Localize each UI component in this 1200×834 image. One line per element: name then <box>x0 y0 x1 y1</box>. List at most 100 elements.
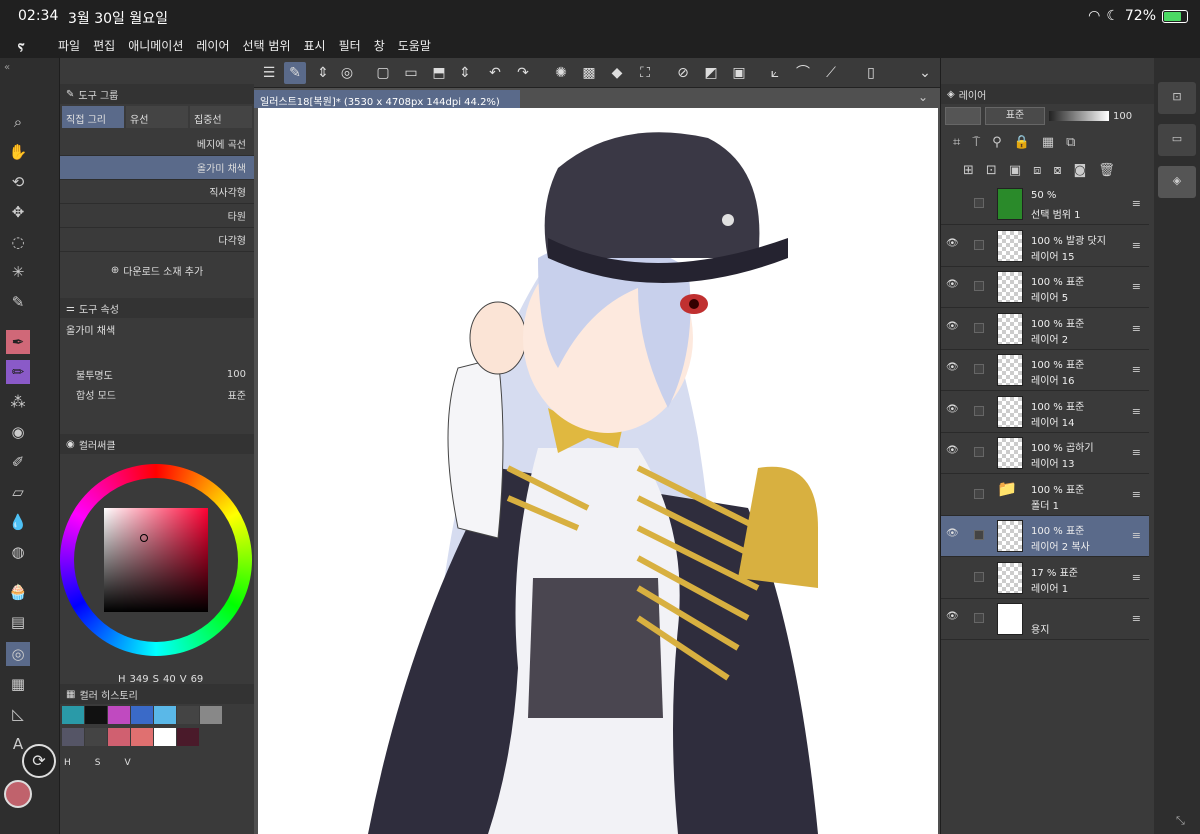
app-logo-icon[interactable]: ⲋ <box>18 36 40 55</box>
brush-setting-icon[interactable]: ⌒ <box>792 62 814 84</box>
lock-icon[interactable]: 🔒 <box>1014 135 1030 150</box>
layer-checkbox[interactable] <box>974 447 984 457</box>
collapse-icon[interactable]: « <box>4 62 10 73</box>
brush-icon[interactable]: ✐ <box>6 450 30 474</box>
color-history-swatch[interactable] <box>131 728 153 746</box>
color-history-swatch[interactable] <box>62 728 84 746</box>
layer-checkbox[interactable] <box>974 571 984 582</box>
eye-icon[interactable]: 👁 <box>946 528 960 542</box>
ruler-toggle-icon[interactable]: ⟀ <box>764 62 786 84</box>
blend-mode-select[interactable]: 표준 <box>985 107 1045 125</box>
spinner-icon[interactable]: ✺ <box>550 62 572 84</box>
edit-mode-icon[interactable]: ✎ <box>284 62 306 84</box>
layer-row[interactable]: 👁 100 % 표준 레이어 14 ≡ <box>941 392 1149 433</box>
layer-checkbox[interactable] <box>974 405 984 416</box>
canvas-paper[interactable] <box>258 108 938 834</box>
menu-window[interactable]: 창 <box>374 37 385 54</box>
move-icon[interactable]: ✥ <box>6 200 30 224</box>
smartphone-icon[interactable]: ▯ <box>860 62 882 84</box>
layer-checkbox[interactable] <box>974 488 984 499</box>
menu-filter[interactable]: 필터 <box>339 37 361 54</box>
color-circle[interactable]: H 349 S 40 V 69 <box>60 454 254 694</box>
new-file-icon[interactable]: ▢ <box>372 62 394 84</box>
layer-checkbox[interactable] <box>974 322 984 333</box>
layer-checkbox[interactable] <box>974 530 984 540</box>
zoom-icon[interactable]: ⌕ <box>6 110 30 134</box>
save-toggle-icon[interactable]: ⇕ <box>454 62 476 84</box>
eraser-icon[interactable]: ▱ <box>6 480 30 504</box>
sv-square[interactable] <box>104 508 208 612</box>
menu-edit[interactable]: 편집 <box>93 37 115 54</box>
menu-icon[interactable]: ☰ <box>258 62 280 84</box>
merge-down-icon[interactable]: ⧈ <box>1033 163 1041 178</box>
chevron-down-icon[interactable]: ⌄ <box>914 62 936 84</box>
color-history-swatch[interactable] <box>200 706 222 724</box>
reference-icon[interactable]: ⍑ <box>972 135 980 150</box>
airbrush-icon[interactable]: ⁂ <box>6 390 30 414</box>
frame-icon[interactable]: ▦ <box>6 672 30 696</box>
eye-hidden-icon[interactable] <box>946 570 960 584</box>
menu-file[interactable]: 파일 <box>58 37 80 54</box>
eye-icon[interactable]: 👁 <box>946 404 960 418</box>
decoration-icon[interactable]: ◉ <box>6 420 30 444</box>
color-history-swatch[interactable] <box>200 728 222 746</box>
color-history-swatch[interactable] <box>85 728 107 746</box>
blend-mode-row[interactable]: 합성 모드 표준 <box>60 386 254 402</box>
deselect-icon[interactable]: ⊘ <box>672 62 694 84</box>
rotate-icon[interactable]: ⟲ <box>6 170 30 194</box>
lasso-fill-icon[interactable]: ◎ <box>6 642 30 666</box>
ruler-icon[interactable]: ◺ <box>6 702 30 726</box>
redo-icon[interactable]: ↷ <box>512 62 534 84</box>
color-history-swatch[interactable] <box>131 706 153 724</box>
undo-icon[interactable]: ↶ <box>484 62 506 84</box>
pen-icon[interactable]: ✒ <box>6 330 30 354</box>
menu-layer[interactable]: 레이어 <box>196 37 229 54</box>
tab-chevron-icon[interactable]: ⌄ <box>918 90 928 104</box>
layer-menu-icon[interactable]: ≡ <box>1132 571 1141 584</box>
sv-cursor[interactable] <box>140 534 148 542</box>
tab-focus-line[interactable]: 집중선 <box>190 106 252 128</box>
blend-icon[interactable]: 💧 <box>6 510 30 534</box>
eye-icon[interactable]: 👁 <box>946 238 960 252</box>
draft-icon[interactable]: ⚲ <box>992 135 1002 150</box>
layer-menu-icon[interactable]: ≡ <box>1132 405 1141 418</box>
layer-row[interactable]: 17 % 표준 레이어 1 ≡ <box>941 558 1149 599</box>
lock-alpha-icon[interactable]: ▦ <box>1042 135 1054 150</box>
gradient-icon[interactable]: ▤ <box>6 610 30 634</box>
layer-menu-icon[interactable]: ≡ <box>1132 488 1141 501</box>
open-file-icon[interactable]: ▭ <box>400 62 422 84</box>
mask-icon[interactable]: ⧉ <box>1066 135 1075 150</box>
color-history-swatch[interactable] <box>108 728 130 746</box>
eyedropper-icon[interactable]: ✎ <box>6 290 30 314</box>
layer-row[interactable]: 👁 100 % 곱하기 레이어 13 ≡ <box>941 433 1149 474</box>
add-material-button[interactable]: ⊕ 다운로드 소재 추가 <box>60 252 254 288</box>
layer-row[interactable]: 👁 용지 ≡ <box>941 599 1149 640</box>
color-history-swatch[interactable] <box>177 706 199 724</box>
layer-row[interactable]: 📁 100 % 표준 폴더 1 ≡ <box>941 475 1149 516</box>
layer-row[interactable]: 50 % 선택 범위 1 ≡ <box>941 184 1149 225</box>
resize-handle-icon[interactable]: ⤡ <box>1176 814 1185 828</box>
layer-menu-icon[interactable]: ≡ <box>1132 280 1141 293</box>
transform-icon[interactable]: ⛶ <box>634 62 656 84</box>
toggle-icon[interactable]: ⇕ <box>312 62 334 84</box>
clip-icon[interactable]: ⌗ <box>953 135 960 150</box>
layer-row[interactable]: 👁 100 % 표준 레이어 5 ≡ <box>941 267 1149 308</box>
color-history-swatch[interactable] <box>177 728 199 746</box>
eye-hidden-icon[interactable] <box>946 487 960 501</box>
opacity-row[interactable]: 불투명도 100 <box>60 362 254 386</box>
clear-icon[interactable]: ▩ <box>578 62 600 84</box>
layer-color-toggle[interactable] <box>945 107 981 125</box>
layer-opacity-value[interactable]: 100 <box>1113 111 1132 122</box>
layer-checkbox[interactable] <box>974 198 984 208</box>
layer-menu-icon[interactable]: ≡ <box>1132 239 1141 252</box>
magic-wand-icon[interactable]: ✳ <box>6 260 30 284</box>
lasso-select-icon[interactable]: ◌ <box>6 230 30 254</box>
eye-icon[interactable]: 👁 <box>946 362 960 376</box>
layer-checkbox[interactable] <box>974 281 984 291</box>
invert-selection-icon[interactable]: ◩ <box>700 62 722 84</box>
navigator-icon[interactable]: ⊡ <box>1158 82 1196 114</box>
eye-icon[interactable]: 👁 <box>946 445 960 459</box>
layer-checkbox[interactable] <box>974 239 984 250</box>
fill-icon[interactable]: 🧁 <box>6 580 30 604</box>
selection-border-icon[interactable]: ▣ <box>728 62 750 84</box>
